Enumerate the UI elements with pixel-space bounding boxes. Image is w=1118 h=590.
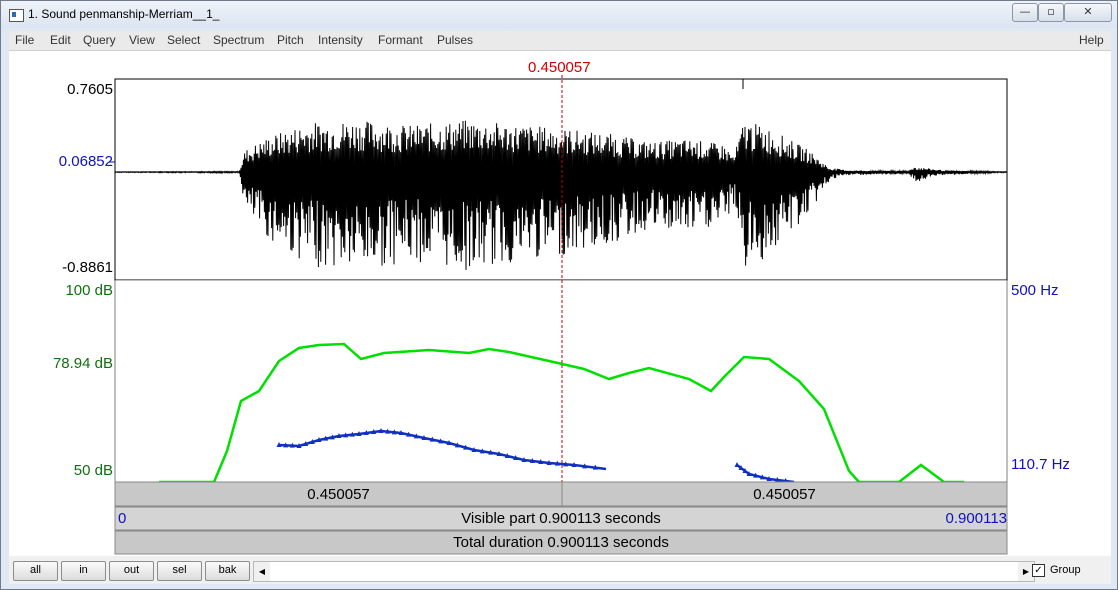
group-checkbox[interactable]: ✓ [1032,564,1045,577]
menu-bar: File Edit Query View Select Spectrum Pit… [9,31,1111,51]
praat-sound-editor-window: 1. Sound penmanship-Merriam__1_ — ▫ ✕ Fi… [0,0,1118,590]
intensity-mid-label: 78.94 dB [52,355,113,372]
title-bar: 1. Sound penmanship-Merriam__1_ — ▫ ✕ [1,1,1117,28]
waveform-zero-label: 0.06852 [58,153,113,170]
selection-left-duration: 0.450057 [307,486,370,503]
pitch-bottom-label: 110.7 Hz [1011,456,1070,473]
menu-formant[interactable]: Formant [378,33,423,47]
visible-part-label: Visible part 0.900113 seconds [461,510,661,527]
total-duration-label: Total duration 0.900113 seconds [453,534,669,551]
zoom-in-button[interactable]: in [61,561,106,581]
menu-select[interactable]: Select [167,33,200,47]
bottom-toolbar: all in out sel bak ◀ ▶ ✓ Group [9,556,1111,584]
zoom-out-button[interactable]: out [109,561,154,581]
menu-pitch[interactable]: Pitch [277,33,304,47]
scroll-left-arrow-icon[interactable]: ◀ [254,562,270,581]
editor-client-area: 0.450057 0.7605 0.06852 -0.8861 100 dB 7… [9,51,1111,556]
zoom-selection-button[interactable]: sel [157,561,202,581]
analysis-frame [114,279,1008,483]
group-label: Group [1050,564,1081,576]
intensity-bottom-label: 50 dB [73,462,113,479]
menu-query[interactable]: Query [83,33,116,47]
selection-right-duration: 0.450057 [753,486,816,503]
menu-view[interactable]: View [129,33,155,47]
menu-pulses[interactable]: Pulses [437,33,473,47]
maximize-button[interactable]: ▫ [1038,3,1064,22]
praat-app-icon [9,9,24,22]
editor-canvas[interactable] [9,51,1111,556]
intensity-top-label: 100 dB [65,282,113,299]
zoom-back-button[interactable]: bak [205,561,250,581]
time-scrollbar[interactable]: ◀ ▶ [253,561,1035,582]
minimize-button[interactable]: — [1012,3,1038,22]
menu-edit[interactable]: Edit [50,33,71,47]
menu-file[interactable]: File [15,33,34,47]
menu-spectrum[interactable]: Spectrum [213,33,264,47]
close-button[interactable]: ✕ [1064,3,1112,22]
menu-intensity[interactable]: Intensity [318,33,363,47]
waveform-min-label: -0.8861 [62,259,113,276]
menu-help[interactable]: Help [1079,33,1104,47]
window-title: 1. Sound penmanship-Merriam__1_ [28,7,220,21]
waveform-max-label: 0.7605 [67,81,113,98]
visible-end-label: 0.900113 [945,510,1007,527]
pitch-top-label: 500 Hz [1011,282,1059,299]
zoom-all-button[interactable]: all [13,561,58,581]
cursor-time-label: 0.450057 [528,59,591,76]
